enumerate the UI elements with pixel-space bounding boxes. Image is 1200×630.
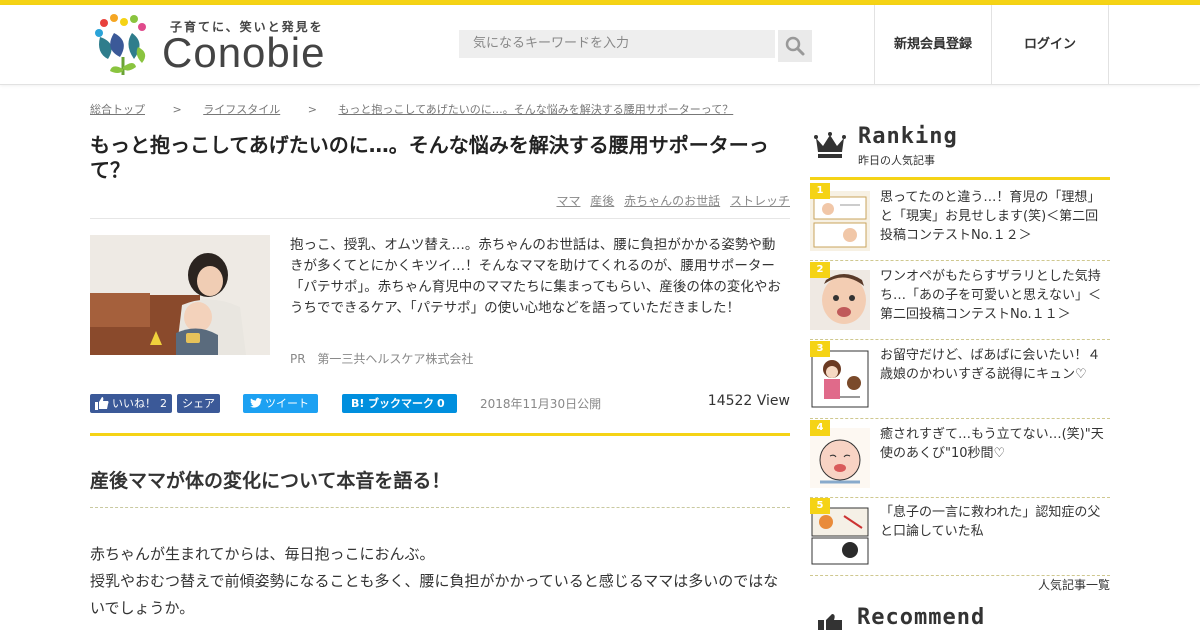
breadcrumb-home[interactable]: 総合トップ bbox=[90, 103, 145, 116]
register-link[interactable]: 新規会員登録 bbox=[874, 5, 991, 85]
like-count: 2 bbox=[160, 397, 167, 410]
bookmark-label: ブックマーク bbox=[368, 397, 434, 410]
recommend-title: Recommend bbox=[857, 605, 986, 630]
ranking-item[interactable]: 3 お留守だけど、ばあばに会いたい！４歳娘のかわいすぎる説得にキュン♡ bbox=[810, 341, 1110, 419]
bookmark-count: 0 bbox=[437, 397, 445, 410]
section-heading: 産後ママが体の変化について本音を語る！ bbox=[90, 470, 451, 492]
ranking-thumbnail bbox=[810, 191, 870, 251]
tag-list: ママ 産後 赤ちゃんのお世話 ストレッチ bbox=[550, 192, 790, 209]
tag-link[interactable]: 赤ちゃんのお世話 bbox=[624, 194, 720, 208]
ranking-thumbnail bbox=[810, 428, 870, 488]
publish-date: 2018年11月30日公開 bbox=[480, 397, 602, 411]
flower-logo-icon bbox=[95, 14, 146, 75]
rank-number: 5 bbox=[810, 498, 830, 514]
ranking-all-link[interactable]: 人気記事一覧 bbox=[1038, 576, 1110, 593]
tag-link[interactable]: 産後 bbox=[590, 194, 614, 208]
thumbs-up-icon bbox=[818, 614, 842, 630]
search-input[interactable]: 気になるキーワードを入力 bbox=[459, 30, 775, 58]
body-paragraph: 授乳やおむつ替えで前傾姿勢になることも多く、腰に負担がかかっていると感じるママは… bbox=[90, 572, 779, 617]
conobie-logo[interactable]: 子育てに、笑いと発見を Conobie bbox=[90, 13, 350, 79]
divider bbox=[90, 218, 790, 219]
dashed-divider bbox=[90, 507, 790, 508]
login-link[interactable]: ログイン bbox=[991, 5, 1109, 85]
facebook-like-button[interactable]: いいね！ 2 bbox=[90, 394, 172, 413]
breadcrumb-category[interactable]: ライフスタイル bbox=[203, 103, 280, 116]
ranking-item[interactable]: 1 思ってたのと違う…！育児の「理想」と「現実」お見せします(笑)＜第二回投稿コ… bbox=[810, 183, 1110, 261]
ranking-item[interactable]: 5 「息子の一言に救われた」認知症の父と口論していた私 bbox=[810, 498, 1110, 576]
rank-number: 3 bbox=[810, 341, 830, 357]
tweet-label: ツイート bbox=[265, 397, 309, 410]
view-count: 14522 View bbox=[707, 393, 790, 409]
ranking-title-link[interactable]: 癒されすぎて…もう立てない…(笑)"天使のあくび"10秒間♡ bbox=[880, 425, 1110, 463]
ranking-item[interactable]: 2 ワンオペがもたらすザラリとした気持ち…「あの子を可愛いと思えない」＜第二回投… bbox=[810, 262, 1110, 340]
logo-wordmark: Conobie bbox=[162, 29, 326, 76]
site-header: 子育てに、笑いと発見を Conobie 気になるキーワードを入力 新規会員登録 … bbox=[0, 5, 1200, 85]
tag-link[interactable]: ママ bbox=[556, 194, 580, 208]
ranking-title-link[interactable]: お留守だけど、ばあばに会いたい！４歳娘のかわいすぎる説得にキュン♡ bbox=[880, 346, 1110, 384]
breadcrumb-current[interactable]: もっと抱っこしてあげたいのに…。そんな悩みを解決する腰用サポーターって？ bbox=[338, 103, 733, 116]
ranking-thumbnail bbox=[810, 270, 870, 330]
breadcrumb-separator: > bbox=[307, 103, 317, 116]
article-lead: 抱っこ、授乳、オムツ替え…。赤ちゃんのお世話は、腰に負担がかかる姿勢や動きが多く… bbox=[290, 237, 781, 316]
search-icon bbox=[785, 36, 805, 56]
article-thumbnail bbox=[90, 235, 270, 355]
ranking-thumbnail bbox=[810, 506, 870, 566]
sponsor-line: PR 第一三共ヘルスケア株式会社 bbox=[290, 350, 473, 367]
rank-number: 1 bbox=[810, 183, 830, 199]
ranking-title-link[interactable]: 「息子の一言に救われた」認知症の父と口論していた私 bbox=[880, 503, 1110, 541]
ranking-title: Ranking bbox=[858, 124, 958, 149]
ranking-header: Ranking 昨日の人気記事 bbox=[810, 124, 1110, 180]
twitter-bird-icon bbox=[250, 398, 262, 408]
ranking-item[interactable]: 4 癒されすぎて…もう立てない…(笑)"天使のあくび"10秒間♡ bbox=[810, 420, 1110, 498]
ranking-title-link[interactable]: 思ってたのと違う…！育児の「理想」と「現実」お見せします(笑)＜第二回投稿コンテ… bbox=[880, 188, 1110, 245]
article-body: 赤ちゃんが生まれてからは、毎日抱っこにおんぶ。 授乳やおむつ替えで前傾姿勢になる… bbox=[90, 541, 790, 622]
sponsor-name: 第一三共ヘルスケア株式会社 bbox=[317, 352, 474, 366]
tag-link[interactable]: ストレッチ bbox=[730, 194, 790, 208]
body-paragraph: 赤ちゃんが生まれてからは、毎日抱っこにおんぶ。 bbox=[90, 545, 435, 563]
ranking-subtitle: 昨日の人気記事 bbox=[858, 154, 935, 167]
ranking-title-link[interactable]: ワンオペがもたらすザラリとした気持ち…「あの子を可愛いと思えない」＜第二回投稿コ… bbox=[880, 267, 1110, 324]
like-label: いいね！ bbox=[112, 397, 156, 410]
tweet-button[interactable]: ツイート bbox=[243, 394, 318, 413]
breadcrumb: 総合トップ > ライフスタイル > もっと抱っこしてあげたいのに…。そんな悩みを… bbox=[90, 101, 733, 117]
ranking-thumbnail bbox=[810, 349, 870, 409]
breadcrumb-separator: > bbox=[172, 103, 182, 116]
hatena-b-icon: B! bbox=[351, 397, 365, 410]
section-divider bbox=[90, 433, 790, 436]
article-title: もっと抱っこしてあげたいのに…。そんな悩みを解決する腰用サポーターって？ bbox=[90, 133, 769, 182]
thumbs-up-icon bbox=[95, 397, 109, 410]
crown-icon bbox=[814, 132, 846, 158]
pr-label: PR bbox=[290, 352, 306, 366]
rank-number: 4 bbox=[810, 420, 830, 436]
hatena-bookmark-button[interactable]: B! ブックマーク 0 bbox=[342, 394, 457, 413]
search-button[interactable] bbox=[778, 30, 812, 62]
facebook-share-button[interactable]: シェア bbox=[177, 394, 220, 413]
rank-number: 2 bbox=[810, 262, 830, 278]
